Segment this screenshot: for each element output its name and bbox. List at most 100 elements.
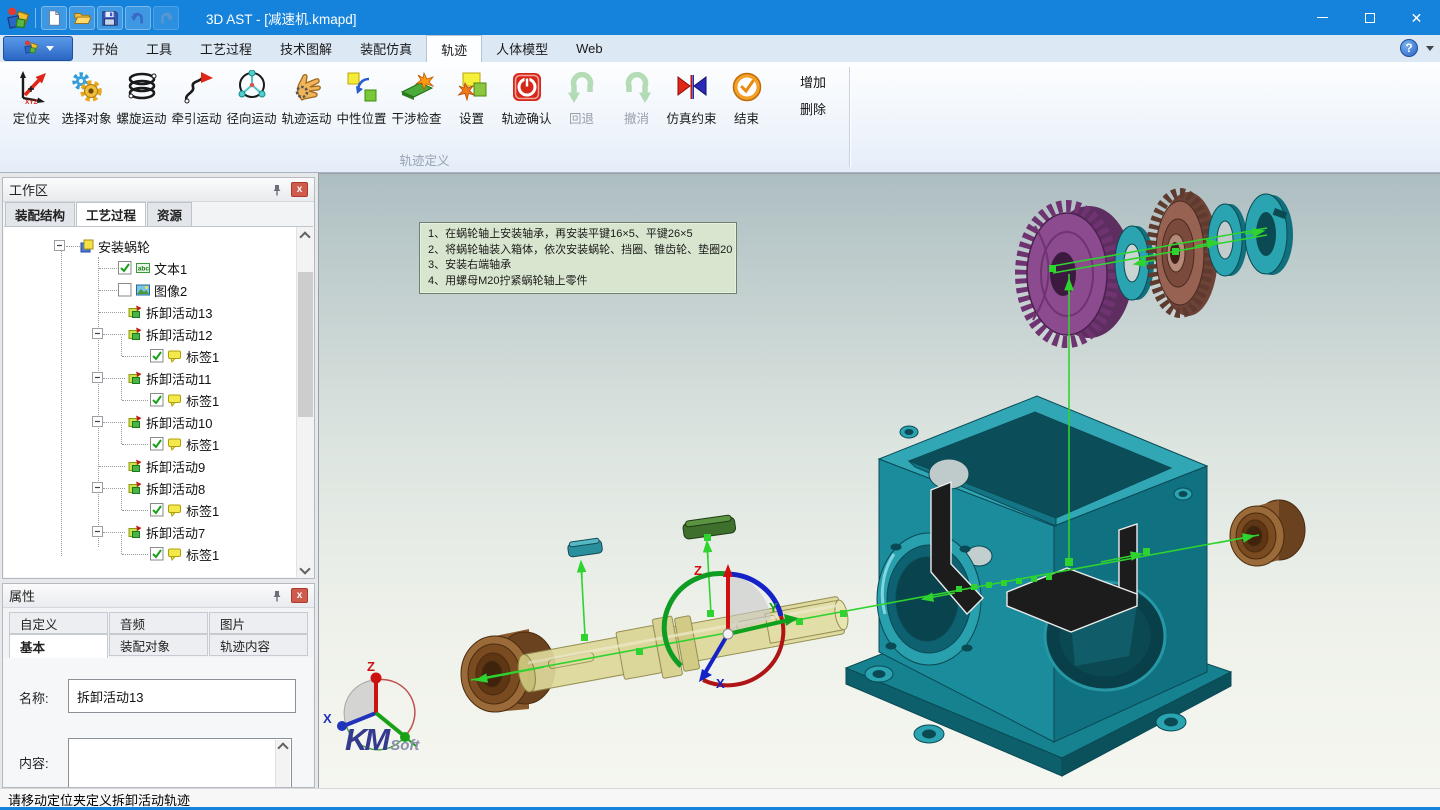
close-icon[interactable]: x bbox=[291, 588, 308, 603]
properties-panel-header: 属性 x bbox=[3, 584, 314, 608]
checkbox-checked[interactable] bbox=[150, 437, 164, 451]
tree-expander[interactable] bbox=[92, 526, 103, 537]
workspace-panel: 工作区 x 装配结构工艺过程资源 安装蜗轮abc文本1图像2拆卸活动13拆卸活动… bbox=[2, 177, 315, 579]
tree-item[interactable]: 标签1 bbox=[4, 543, 313, 565]
tree-item[interactable]: 标签1 bbox=[4, 499, 313, 521]
ribbon-button-删除[interactable]: 删除 bbox=[800, 97, 846, 119]
scrollbar-thumb[interactable] bbox=[298, 272, 313, 417]
tree-expander[interactable] bbox=[92, 372, 103, 383]
properties-tab-轨迹内容[interactable]: 轨迹内容 bbox=[209, 634, 308, 656]
pin-icon[interactable] bbox=[269, 588, 285, 604]
tree-item-label: 拆卸活动12 bbox=[146, 325, 212, 344]
assembly-note[interactable]: 1、在蜗轮轴上安装轴承，再安装平键16×5、平键26×5 2、将蜗轮轴装入箱体，… bbox=[419, 222, 737, 294]
tree-item[interactable]: 标签1 bbox=[4, 389, 313, 411]
save-button[interactable] bbox=[97, 6, 123, 30]
tag-icon bbox=[168, 349, 182, 363]
content-input[interactable] bbox=[68, 738, 292, 788]
logo-soft: Soft bbox=[390, 737, 419, 754]
ribbon-button-径向运动[interactable]: 径向运动 bbox=[224, 68, 279, 127]
close-button[interactable]: ✕ bbox=[1393, 0, 1440, 35]
key-teal[interactable] bbox=[567, 538, 603, 558]
checkbox-unchecked[interactable] bbox=[118, 283, 132, 297]
ribbon-tab-工艺过程[interactable]: 工艺过程 bbox=[186, 35, 266, 62]
tree-expander[interactable] bbox=[92, 328, 103, 339]
help-button[interactable]: ? bbox=[1400, 39, 1418, 57]
worm-shaft[interactable] bbox=[513, 584, 852, 704]
checkbox-checked[interactable] bbox=[118, 261, 132, 275]
tree-expander[interactable] bbox=[54, 240, 65, 251]
ribbon-tab-Web[interactable]: Web bbox=[562, 35, 617, 62]
tree-item[interactable]: 拆卸活动10 bbox=[4, 411, 313, 433]
ribbon-tab-人体模型[interactable]: 人体模型 bbox=[482, 35, 562, 62]
tree-item[interactable]: 拆卸活动13 bbox=[4, 301, 313, 323]
ribbon-tab-装配仿真[interactable]: 装配仿真 bbox=[346, 35, 426, 62]
bearing-right[interactable] bbox=[1230, 500, 1305, 566]
application-window: 3D AST - [减速机.kmapd] ✕ 开始工具工艺过程技术图解装配仿真轨… bbox=[0, 0, 1440, 810]
ribbon-tab-技术图解[interactable]: 技术图解 bbox=[266, 35, 346, 62]
properties-tab-图片[interactable]: 图片 bbox=[209, 612, 308, 634]
pin-icon[interactable] bbox=[269, 182, 285, 198]
tree-item[interactable]: abc文本1 bbox=[4, 257, 313, 279]
tree-expander[interactable] bbox=[92, 482, 103, 493]
workspace-tab-工艺过程[interactable]: 工艺过程 bbox=[76, 202, 146, 226]
maximize-button[interactable] bbox=[1346, 0, 1393, 35]
washer-1[interactable] bbox=[1115, 226, 1154, 300]
properties-tab-基本[interactable]: 基本 bbox=[9, 634, 108, 658]
close-icon[interactable]: x bbox=[291, 182, 308, 197]
ribbon-tab-开始[interactable]: 开始 bbox=[78, 35, 132, 62]
ribbon-button-选择对象[interactable]: 选择对象 bbox=[59, 68, 114, 127]
minimize-button[interactable] bbox=[1299, 0, 1346, 35]
tree-item[interactable]: 图像2 bbox=[4, 279, 313, 301]
name-input[interactable] bbox=[68, 679, 296, 713]
checkbox-checked[interactable] bbox=[150, 547, 164, 561]
workspace-tab-装配结构[interactable]: 装配结构 bbox=[5, 202, 75, 226]
ribbon-button-label: 撤消 bbox=[609, 108, 664, 127]
ribbon-button-结束[interactable]: 结束 bbox=[719, 68, 774, 127]
ribbon-tab-轨迹[interactable]: 轨迹 bbox=[426, 35, 482, 62]
ribbon-button-label: 轨迹确认 bbox=[499, 108, 554, 127]
ribbon-button-螺旋运动[interactable]: 螺旋运动 bbox=[114, 68, 169, 127]
ribbon-button-干涉检查[interactable]: 干涉检查 bbox=[389, 68, 444, 127]
scroll-up-icon[interactable] bbox=[299, 231, 310, 242]
viewport-3d[interactable]: Z Y X X Z 1、在蜗轮轴上安装轴承，再安装平键 bbox=[318, 173, 1440, 788]
content-scrollbar[interactable] bbox=[275, 740, 290, 788]
checkbox-checked[interactable] bbox=[150, 503, 164, 517]
tree-expander[interactable] bbox=[92, 416, 103, 427]
scroll-up-icon[interactable] bbox=[277, 742, 288, 753]
ribbon-button-中性位置[interactable]: 中性位置 bbox=[334, 68, 389, 127]
open-file-button[interactable] bbox=[69, 6, 95, 30]
lock-ring[interactable] bbox=[1245, 194, 1293, 275]
ribbon-button-增加[interactable]: 增加 bbox=[800, 70, 846, 92]
ribbon-button-仿真约束[interactable]: 仿真约束 bbox=[664, 68, 719, 127]
tree-item[interactable]: 拆卸活动12 bbox=[4, 323, 313, 345]
ribbon-button-label: 仿真约束 bbox=[664, 108, 719, 127]
new-document-button[interactable] bbox=[41, 6, 67, 30]
tree-item[interactable]: 标签1 bbox=[4, 345, 313, 367]
app-menu-button[interactable] bbox=[3, 36, 73, 61]
tree-item[interactable]: 拆卸活动8 bbox=[4, 477, 313, 499]
properties-tab-装配对象[interactable]: 装配对象 bbox=[109, 634, 208, 656]
chevron-down-icon[interactable] bbox=[1426, 46, 1434, 51]
ribbon-button-轨迹运动[interactable]: 轨迹运动 bbox=[279, 68, 334, 127]
scroll-down-icon[interactable] bbox=[299, 563, 310, 574]
ribbon-button-定位夹[interactable]: XYZ定位夹 bbox=[4, 68, 59, 127]
properties-tab-自定义[interactable]: 自定义 bbox=[9, 612, 108, 634]
gearbox-housing[interactable] bbox=[846, 396, 1231, 776]
ribbon-tab-工具[interactable]: 工具 bbox=[132, 35, 186, 62]
checkbox-checked[interactable] bbox=[150, 393, 164, 407]
workspace-tab-资源[interactable]: 资源 bbox=[147, 202, 192, 226]
tree-item[interactable]: 拆卸活动11 bbox=[4, 367, 313, 389]
ribbon-button-设置[interactable]: 设置 bbox=[444, 68, 499, 127]
tree-scrollbar[interactable] bbox=[296, 227, 313, 577]
checkbox-checked[interactable] bbox=[150, 349, 164, 363]
ribbon-button-label: 中性位置 bbox=[334, 108, 389, 127]
undo-button[interactable] bbox=[125, 6, 151, 30]
tree-item[interactable]: 拆卸活动9 bbox=[4, 455, 313, 477]
ribbon-button-轨迹确认[interactable]: 轨迹确认 bbox=[499, 68, 554, 127]
tree-item[interactable]: 安装蜗轮 bbox=[4, 235, 313, 257]
activity-icon bbox=[128, 415, 142, 429]
tree-item[interactable]: 拆卸活动7 bbox=[4, 521, 313, 543]
properties-tab-音频[interactable]: 音频 bbox=[109, 612, 208, 634]
tree-item[interactable]: 标签1 bbox=[4, 433, 313, 455]
ribbon-button-牵引运动[interactable]: 牵引运动 bbox=[169, 68, 224, 127]
